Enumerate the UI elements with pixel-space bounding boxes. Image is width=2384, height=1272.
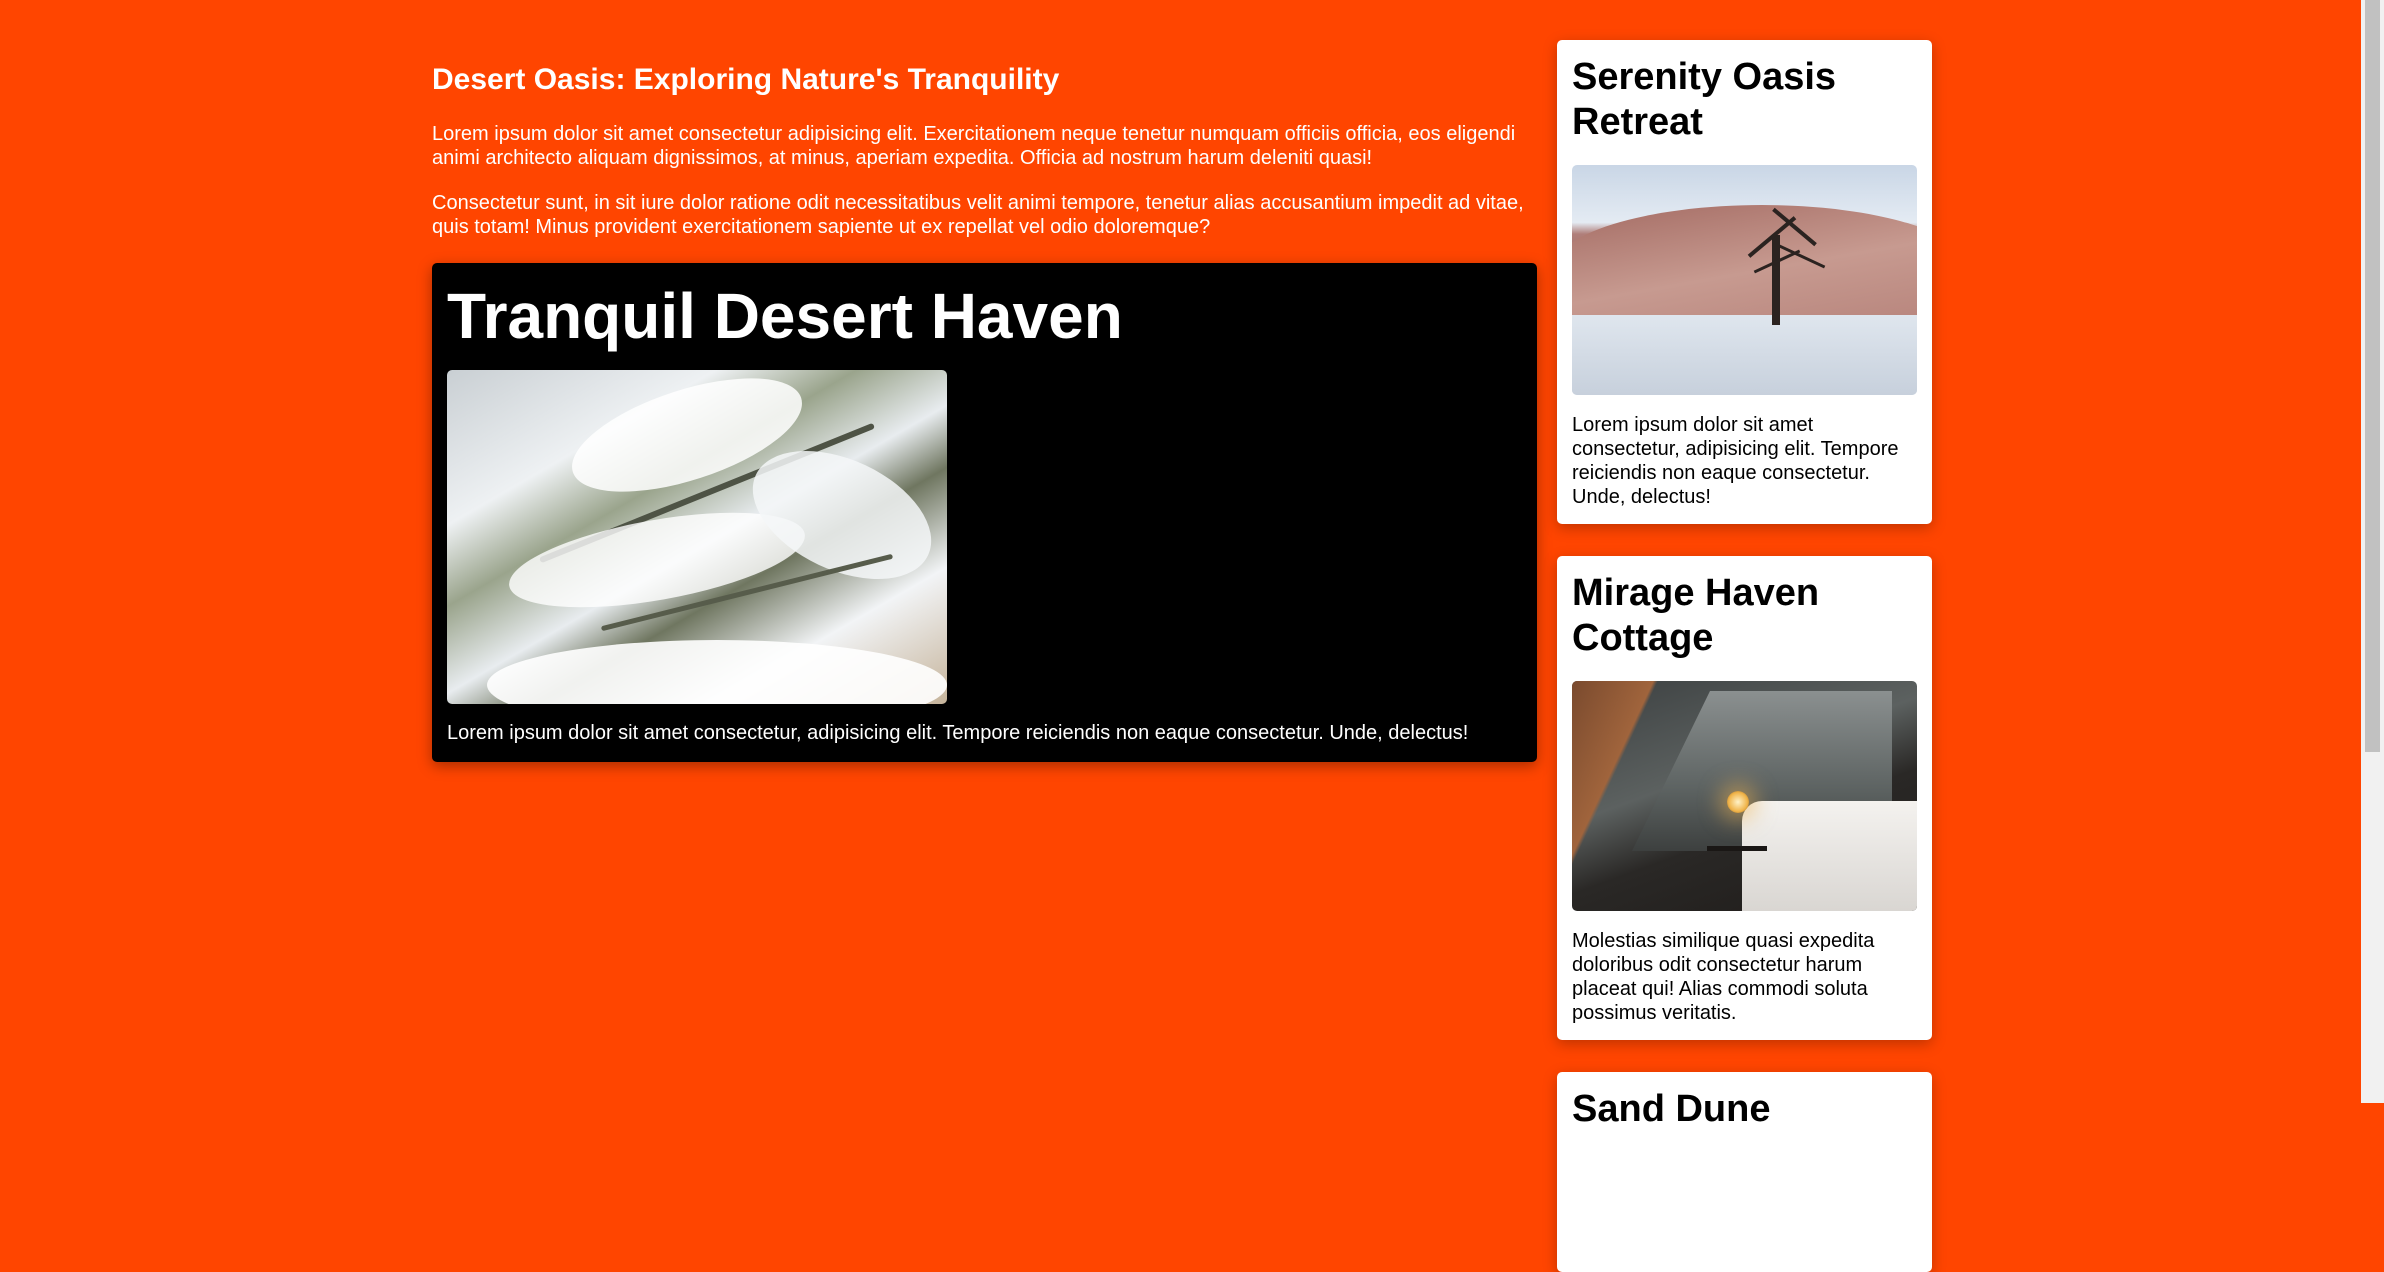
- card-description: Lorem ipsum dolor sit amet consectetur, …: [1572, 414, 1899, 508]
- scrollbar-thumb[interactable]: [2365, 0, 2380, 752]
- card-description: Molestias similique quasi expedita dolor…: [1572, 930, 1875, 1024]
- sidebar-card-sand-dune: Sand Dune: [1557, 1072, 1932, 1272]
- card-title: Serenity Oasis Retreat: [1572, 56, 1837, 143]
- card-image-desert: [1572, 165, 1917, 395]
- featured-card: Tranquil Desert Haven Lorem ipsum dolor …: [432, 263, 1537, 762]
- card-image-cottage: [1572, 681, 1917, 911]
- page-title: Desert Oasis: Exploring Nature's Tranqui…: [432, 63, 1060, 96]
- sidebar-card-mirage: Mirage Haven Cottage Molestias similique…: [1557, 556, 1932, 1040]
- intro-paragraph-1: Lorem ipsum dolor sit amet consectetur a…: [432, 123, 1516, 169]
- page-scrollbar[interactable]: [2361, 0, 2384, 1103]
- featured-image: [447, 370, 947, 704]
- main-content: Desert Oasis: Exploring Nature's Tranqui…: [432, 40, 1537, 762]
- card-title: Sand Dune: [1572, 1088, 1771, 1130]
- featured-description: Lorem ipsum dolor sit amet consectetur, …: [447, 722, 1469, 744]
- intro-paragraph-2: Consectetur sunt, in sit iure dolor rati…: [432, 192, 1524, 238]
- card-title: Mirage Haven Cottage: [1572, 572, 1820, 659]
- sidebar-card-serenity: Serenity Oasis Retreat Lorem ipsum dolor…: [1557, 40, 1932, 524]
- featured-title: Tranquil Desert Haven: [447, 280, 1123, 352]
